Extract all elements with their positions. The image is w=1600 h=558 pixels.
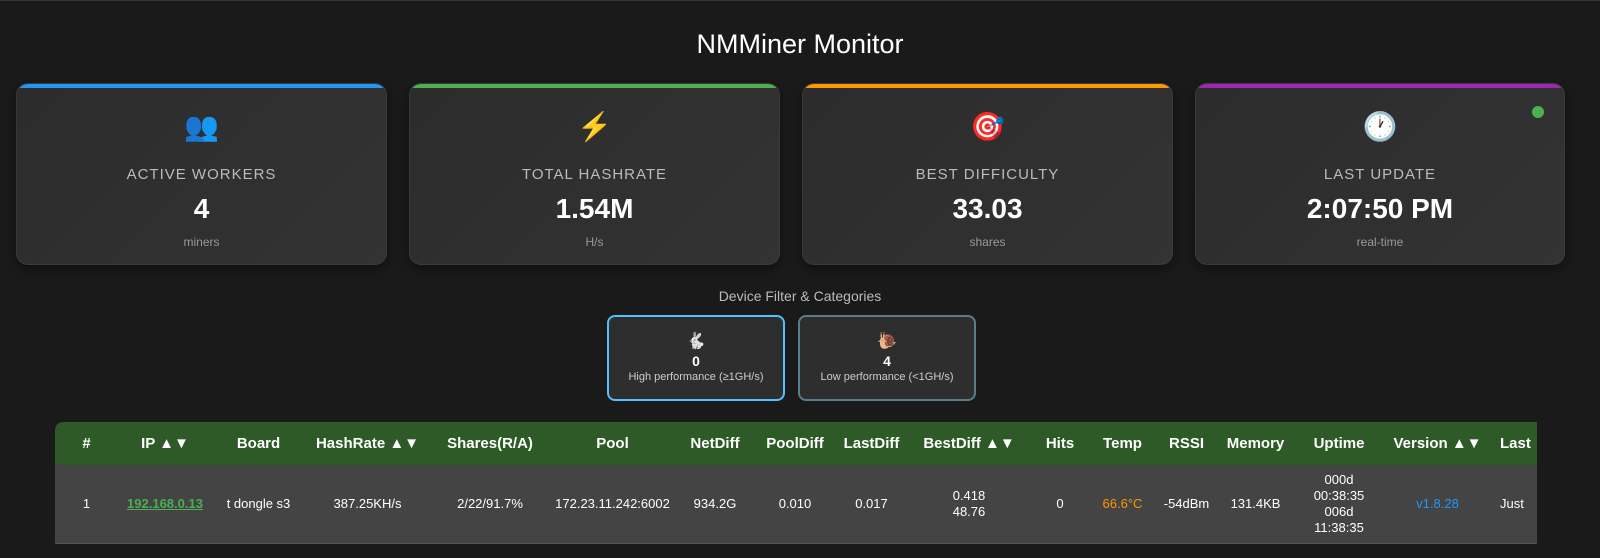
header-last: Last [1490, 422, 1537, 465]
cell-pooldiff: 0.010 [755, 465, 835, 544]
filter-count: 0 [692, 353, 700, 369]
cell-bestdiff: 0.418 48.76 [908, 465, 1030, 544]
cell-hits: 0 [1030, 465, 1090, 544]
cell-uptime: 000d 00:38:35 006d 11:38:35 [1293, 465, 1385, 544]
cell-temp: 66.6°C [1090, 465, 1155, 544]
best-difficulty-card: 🎯 BEST DIFFICULTY 33.03 shares [802, 83, 1173, 265]
header-version-sort[interactable]: Version ▲▼ [1385, 422, 1490, 465]
cell-shares: 2/22/91.7% [430, 465, 550, 544]
card-label: ACTIVE WORKERS [126, 166, 277, 183]
header-pool: Pool [550, 422, 675, 465]
header-hits: Hits [1030, 422, 1090, 465]
cell-netdiff: 934.2G [675, 465, 755, 544]
card-value: 33.03 [952, 193, 1023, 224]
header-temp: Temp [1090, 422, 1155, 465]
lightning-icon: ⚡ [577, 111, 612, 142]
header-board: Board [212, 422, 305, 465]
cell-num: 1 [55, 465, 118, 544]
header-netdiff: NetDiff [675, 422, 755, 465]
uptime-line: 000d [1324, 471, 1354, 487]
cell-memory: 131.4KB [1218, 465, 1293, 544]
filter-title: Device Filter & Categories [718, 288, 882, 304]
card-accent-bar [17, 84, 386, 88]
total-hashrate-card: ⚡ TOTAL HASHRATE 1.54M H/s [409, 83, 780, 265]
header-shares: Shares(R/A) [430, 422, 550, 465]
header-memory: Memory [1218, 422, 1293, 465]
bestdiff-value: 0.418 [952, 487, 986, 503]
bestdiff-value: 48.76 [952, 503, 986, 519]
card-accent-bar [410, 84, 779, 88]
header-lastdiff: LastDiff [835, 422, 908, 465]
cell-lastdiff: 0.017 [835, 465, 908, 544]
rabbit-icon: 🐇 [686, 333, 706, 350]
miners-table: # IP ▲▼ Board HashRate ▲▼ Shares(R/A) Po… [55, 422, 1537, 544]
header-num: # [55, 422, 118, 465]
target-icon: 🎯 [970, 111, 1005, 142]
cell-ip: 192.168.0.13 [118, 465, 212, 544]
card-unit: shares [969, 235, 1006, 249]
header-pooldiff: PoolDiff [755, 422, 835, 465]
card-label: BEST DIFFICULTY [915, 166, 1060, 183]
card-label: LAST UPDATE [1323, 166, 1437, 183]
table-row: 1 192.168.0.13 t dongle s3 387.25KH/s 2/… [55, 465, 1537, 544]
card-unit: miners [183, 235, 220, 249]
filter-count: 4 [883, 353, 891, 369]
page-title: NMMiner Monitor [696, 29, 904, 59]
card-value: 4 [193, 193, 210, 224]
filter-high-performance-button[interactable]: 🐇 0 High performance (≥1GH/s) [607, 315, 785, 401]
cell-board: t dongle s3 [212, 465, 305, 544]
miners-table-container: # IP ▲▼ Board HashRate ▲▼ Shares(R/A) Po… [55, 422, 1537, 558]
filter-label: Low performance (<1GH/s) [820, 371, 954, 383]
last-update-card: 🕐 LAST UPDATE 2:07:50 PM real-time [1195, 83, 1565, 265]
snail-icon: 🐌 [877, 333, 897, 350]
header-bestdiff-sort[interactable]: BestDiff ▲▼ [908, 422, 1030, 465]
header-ip-sort[interactable]: IP ▲▼ [118, 422, 212, 465]
header-rssi: RSSI [1155, 422, 1218, 465]
uptime-line: 11:38:35 [1314, 519, 1364, 535]
cell-hashrate: 387.25KH/s [305, 465, 430, 544]
card-unit: real-time [1356, 235, 1404, 249]
card-accent-bar [1196, 84, 1564, 88]
card-unit: H/s [585, 235, 604, 249]
cell-rssi: -54dBm [1155, 465, 1218, 544]
card-value: 2:07:50 PM [1306, 193, 1454, 224]
busts-in-silhouette-icon: 👥 [184, 111, 219, 142]
ip-link[interactable]: 192.168.0.13 [127, 496, 203, 511]
filter-low-performance-button[interactable]: 🐌 4 Low performance (<1GH/s) [798, 315, 976, 401]
clock-icon: 🕐 [1362, 111, 1398, 142]
card-accent-bar [803, 84, 1172, 88]
active-workers-card: 👥 ACTIVE WORKERS 4 miners [16, 83, 387, 265]
card-label: TOTAL HASHRATE [521, 166, 668, 183]
status-dot-icon [1532, 106, 1544, 118]
header-uptime: Uptime [1293, 422, 1385, 465]
cell-pool: 172.23.11.242:6002 [550, 465, 675, 544]
uptime-line: 006d [1324, 503, 1354, 519]
header-hashrate-sort[interactable]: HashRate ▲▼ [305, 422, 430, 465]
filter-label: High performance (≥1GH/s) [628, 371, 764, 383]
cell-version: v1.8.28 [1385, 465, 1490, 544]
card-value: 1.54M [555, 193, 634, 224]
cell-last: Just [1490, 465, 1537, 544]
uptime-line: 00:38:35 [1313, 487, 1365, 503]
